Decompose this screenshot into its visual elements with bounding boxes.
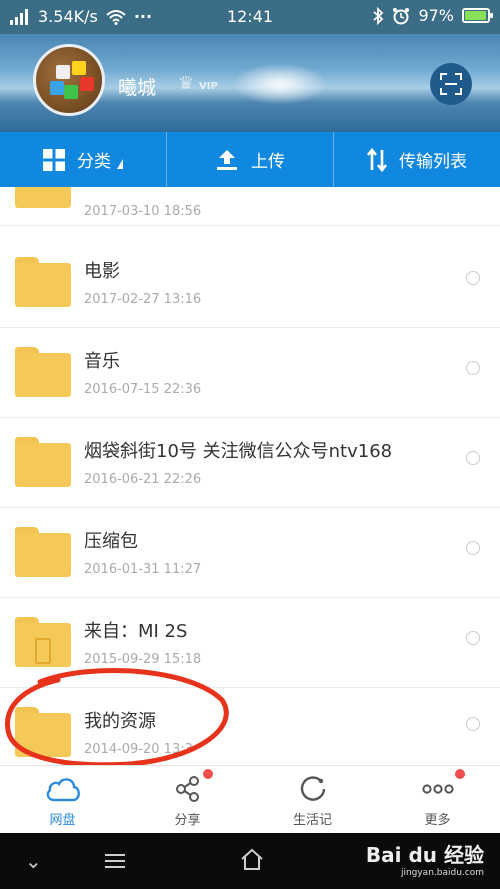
- list-item[interactable]: 来自：MI 2S 2015-09-29 15:18: [0, 598, 500, 688]
- nav-netdisk[interactable]: 网盘: [0, 766, 125, 833]
- folder-icon: [15, 187, 71, 208]
- chevron-down-icon[interactable]: ⌄: [25, 849, 42, 873]
- system-nav-bar: ⌄ Bai du 经验 jingyan.baidu.com: [0, 833, 500, 889]
- scan-button[interactable]: [430, 63, 472, 105]
- select-radio[interactable]: [466, 361, 480, 375]
- list-item[interactable]: 压缩包 2016-01-31 11:27: [0, 508, 500, 598]
- folder-icon: [15, 257, 71, 307]
- circle-icon: [300, 776, 325, 801]
- more-icon: [421, 784, 454, 794]
- list-item[interactable]: 我的资源 2014-09-20 13:3: [0, 688, 500, 765]
- username: 曦城: [118, 77, 157, 99]
- battery-icon: [462, 8, 493, 23]
- transfer-label: 传输列表: [399, 152, 467, 172]
- select-radio[interactable]: [466, 541, 480, 555]
- profile-header: 曦城 ♛ VIP: [0, 34, 500, 132]
- select-radio[interactable]: [466, 717, 480, 731]
- scan-icon: [440, 73, 462, 95]
- alarm-icon: [393, 7, 410, 24]
- list-item[interactable]: 电影 2017-02-27 13:16: [0, 238, 500, 328]
- category-label: 分类: [77, 152, 111, 172]
- vip-badge: ♛ VIP: [178, 73, 218, 94]
- share-icon: [175, 776, 199, 802]
- crown-icon: ♛: [178, 73, 195, 94]
- grid-icon: [43, 148, 65, 171]
- upload-button[interactable]: 上传: [167, 132, 334, 187]
- baidu-watermark: Bai du 经验 jingyan.baidu.com: [365, 843, 484, 878]
- avatar[interactable]: [33, 44, 105, 116]
- folder-icon: [15, 347, 71, 397]
- transfer-icon: [367, 147, 387, 172]
- upload-label: 上传: [251, 152, 285, 172]
- list-item[interactable]: 音乐 2016-07-15 22:36: [0, 328, 500, 418]
- transfer-list-button[interactable]: 传输列表: [334, 132, 500, 187]
- upload-icon: [217, 149, 237, 170]
- nav-life[interactable]: 生活记: [250, 766, 375, 833]
- dropdown-caret-icon: [117, 158, 123, 169]
- status-time: 12:41: [226, 7, 274, 26]
- list-item[interactable]: 2017-03-10 18:56: [0, 187, 500, 226]
- category-button[interactable]: 分类: [0, 132, 167, 187]
- select-radio[interactable]: [466, 631, 480, 645]
- notification-dot: [203, 769, 213, 779]
- select-radio[interactable]: [466, 451, 480, 465]
- notification-dot: [455, 769, 465, 779]
- action-toolbar: 分类 上传 传输列表: [0, 132, 500, 187]
- folder-icon: [15, 527, 71, 577]
- phone-folder-icon: [15, 617, 71, 667]
- status-bar: 3.54K/s ··· 12:41 97%: [0, 0, 500, 34]
- battery-percent: 97%: [418, 6, 454, 25]
- cloud-icon: [46, 778, 80, 802]
- list-item[interactable]: 烟袋斜街10号 关注微信公众号ntv168 2016-06-21 22:26: [0, 418, 500, 508]
- bottom-nav: 网盘 分享 生活记 更多: [0, 765, 500, 833]
- folder-icon: [15, 707, 71, 757]
- bluetooth-icon: [373, 6, 384, 25]
- file-list: 2017-03-10 18:56 电影 2017-02-27 13:16 音乐 …: [0, 187, 500, 765]
- home-icon[interactable]: [240, 848, 264, 870]
- nav-share[interactable]: 分享: [125, 766, 250, 833]
- menu-icon[interactable]: [104, 853, 126, 869]
- select-radio[interactable]: [466, 271, 480, 285]
- nav-more[interactable]: 更多: [375, 766, 500, 833]
- folder-icon: [15, 437, 71, 487]
